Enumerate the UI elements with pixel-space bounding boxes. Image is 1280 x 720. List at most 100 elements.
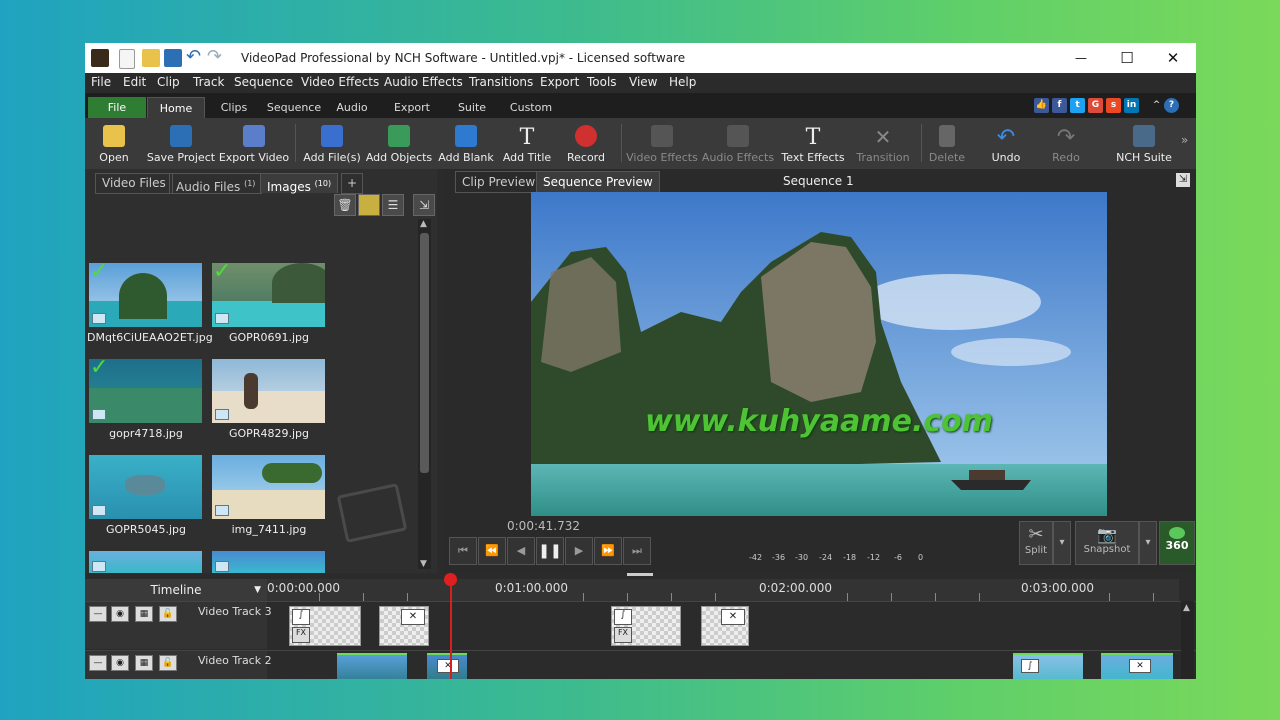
tab-suite[interactable]: Suite [452,97,492,118]
google-plus-icon[interactable]: G [1088,98,1103,113]
collapse-track-icon[interactable]: — [89,655,107,671]
collapse-ribbon-icon[interactable]: ^ [1149,98,1164,113]
timeline-clip[interactable]: ∫ FX [289,606,361,646]
tab-sequence-preview[interactable]: Sequence Preview [536,171,660,193]
open-button[interactable]: Open [95,121,133,167]
clip-effect-icon[interactable]: ∫ [1021,659,1039,673]
track-overlay-icon[interactable]: ▦ [135,606,153,622]
lock-icon[interactable]: 🔓 [159,655,177,671]
add-blank-button[interactable]: Add Blank [438,121,494,167]
menu-help[interactable]: Help [669,75,696,89]
save-project-button[interactable]: Save Project [147,121,215,167]
menu-view[interactable]: View [629,75,657,89]
close-button[interactable]: ✕ [1150,43,1196,73]
transition-icon[interactable]: ✕ [401,609,425,625]
go-to-end-button[interactable]: ⏭ [623,537,651,565]
transition-icon[interactable]: ✕ [721,609,745,625]
menu-track[interactable]: Track [193,75,224,89]
timeline-clip[interactable]: ∫ [1013,653,1083,679]
list-view-icon[interactable]: ☰ [382,194,404,216]
menu-audio-effects[interactable]: Audio Effects [384,75,463,89]
delete-button[interactable]: Delete [929,121,965,167]
previous-clip-button[interactable]: ⏪ [478,537,506,565]
redo-button[interactable]: ↷ Redo [1051,121,1081,167]
split-dropdown[interactable]: ▾ [1053,521,1071,565]
transition-icon[interactable]: ✕ [437,659,459,673]
add-objects-button[interactable]: Add Objects [366,121,432,167]
tab-file[interactable]: File [88,97,146,118]
pause-button[interactable]: ❚❚ [536,537,564,565]
media-thumbnail[interactable] [212,551,325,573]
twitter-icon[interactable]: t [1070,98,1085,113]
tab-sequence[interactable]: Sequence [263,97,325,118]
text-effects-button[interactable]: T Text Effects [781,121,844,167]
add-files-button[interactable]: Add File(s) [303,121,361,167]
tab-export[interactable]: Export [388,97,436,118]
playhead[interactable] [450,577,452,679]
menu-sequence[interactable]: Sequence [234,75,293,89]
toolbar-overflow-icon[interactable]: » [1181,133,1188,147]
minimize-button[interactable]: — [1058,43,1104,73]
fx-icon[interactable]: FX [614,627,632,643]
tab-audio[interactable]: Audio [331,97,373,118]
tab-audio-files[interactable]: Audio Files (1) [169,173,263,194]
save-icon[interactable] [164,49,182,67]
tab-clip-preview[interactable]: Clip Preview [455,171,543,193]
open-folder-icon[interactable] [142,49,160,67]
media-thumbnail[interactable] [212,359,325,423]
vr-360-button[interactable]: 360 [1159,521,1195,565]
media-thumbnail[interactable] [89,551,202,573]
timeline-clip[interactable] [337,653,407,679]
undock-icon[interactable]: ⇲ [1176,173,1190,187]
tab-images[interactable]: Images (10) [260,173,339,194]
go-to-start-button[interactable]: ⏮ [449,537,477,565]
scroll-thumb[interactable] [420,233,429,473]
visibility-eye-icon[interactable]: ◉ [111,655,129,671]
undock-icon[interactable]: ⇲ [413,194,435,216]
menu-edit[interactable]: Edit [123,75,146,89]
step-forward-button[interactable]: ▶ [565,537,593,565]
nch-suite-button[interactable]: NCH Suite [1116,121,1172,167]
redo-icon[interactable]: ↷ [207,48,225,67]
tab-clips[interactable]: Clips [211,97,257,118]
stumbleupon-icon[interactable]: s [1106,98,1121,113]
menu-export[interactable]: Export [540,75,579,89]
video-preview[interactable]: www.kuhyaame.com [531,192,1107,516]
timeline-clip[interactable]: ∫ FX [611,606,681,646]
trash-icon[interactable]: 🗑 [334,194,356,216]
timeline-clip[interactable]: ✕ [1101,653,1173,679]
collapse-track-icon[interactable]: — [89,606,107,622]
new-folder-icon[interactable] [358,194,380,216]
like-icon[interactable]: 👍 [1034,98,1049,113]
snapshot-button[interactable]: 📷 Snapshot [1075,521,1139,565]
timeline-ruler[interactable]: 0:00:00.000 0:01:00.000 0:02:00.000 0:03… [267,579,1179,601]
undo-button[interactable]: ↶ Undo [991,121,1021,167]
transition-icon[interactable]: ✕ [1129,659,1151,673]
tab-custom[interactable]: Custom [507,97,555,118]
track-overlay-icon[interactable]: ▦ [135,655,153,671]
split-button[interactable]: ✂ Split [1019,521,1053,565]
tab-home[interactable]: Home [147,97,205,119]
timeline-header[interactable]: Timeline ▼ [85,579,267,601]
timeline-clip[interactable]: ✕ [379,606,429,646]
help-icon[interactable]: ? [1164,98,1179,113]
menu-clip[interactable]: Clip [157,75,180,89]
add-bin-button[interactable]: + [341,173,364,194]
undo-icon[interactable]: ↶ [186,48,204,67]
scroll-up-icon[interactable]: ▲ [420,219,427,229]
snapshot-dropdown[interactable]: ▾ [1139,521,1157,565]
step-back-button[interactable]: ◀ [507,537,535,565]
media-thumbnail[interactable] [212,455,325,519]
menu-video-effects[interactable]: Video Effects [301,75,379,89]
facebook-icon[interactable]: f [1052,98,1067,113]
menu-file[interactable]: File [91,75,111,89]
timeline-clip[interactable]: ✕ [701,606,749,646]
tab-video-files[interactable]: Video Files [95,173,173,194]
clip-effect-icon[interactable]: ∫ [614,609,632,625]
add-title-button[interactable]: T Add Title [503,121,551,167]
record-button[interactable]: Record [565,121,607,167]
linkedin-icon[interactable]: in [1124,98,1139,113]
fx-icon[interactable]: FX [292,627,310,643]
lock-icon[interactable]: 🔓 [159,606,177,622]
playhead-handle[interactable] [444,573,457,586]
